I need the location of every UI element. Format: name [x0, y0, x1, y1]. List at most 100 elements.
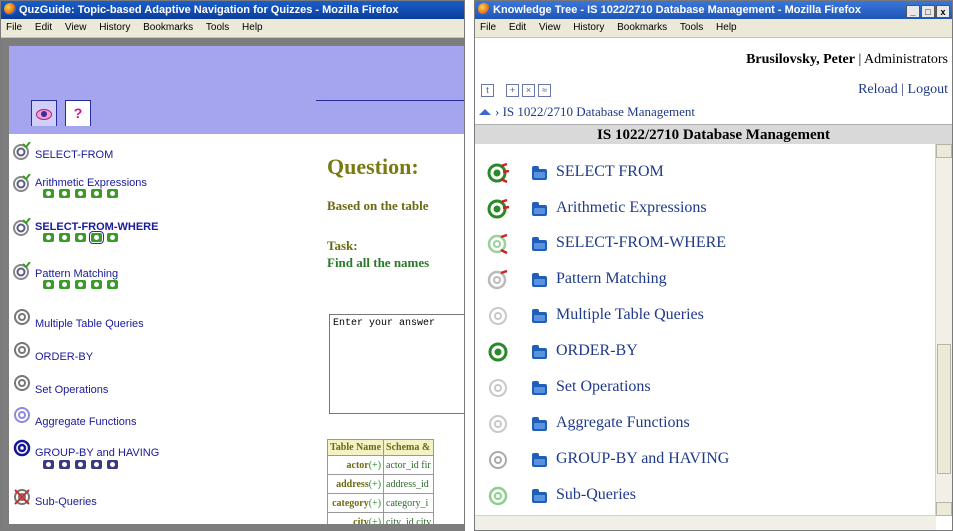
- menu-file[interactable]: File: [480, 22, 496, 33]
- expand-link[interactable]: (+): [369, 517, 381, 525]
- table-name-cell[interactable]: actor(+): [326, 455, 385, 475]
- schema-cell: city_id city: [383, 512, 435, 524]
- expand-link[interactable]: (+): [369, 460, 381, 471]
- menu-view[interactable]: View: [65, 22, 87, 33]
- menu-tools[interactable]: Tools: [680, 22, 703, 33]
- logout-link[interactable]: Logout: [908, 82, 948, 97]
- header-table-name: Table Name: [326, 439, 385, 456]
- menu-help[interactable]: Help: [242, 22, 263, 33]
- question-icon[interactable]: [107, 189, 118, 198]
- answer-textarea[interactable]: Enter your answer: [329, 314, 464, 414]
- menu-tools[interactable]: Tools: [206, 22, 229, 33]
- browser-content: ? SELECT-FROM Arithmetic Expressions SEL…: [1, 38, 464, 530]
- question-icon[interactable]: [75, 189, 86, 198]
- topic-label: ORDER-BY: [35, 351, 94, 363]
- folder-icon: [532, 237, 547, 251]
- menu-help[interactable]: Help: [716, 22, 737, 33]
- menu-edit[interactable]: Edit: [509, 22, 526, 33]
- tree-icon[interactable]: t: [481, 84, 494, 97]
- refresh-icon[interactable]: ≈: [538, 84, 552, 97]
- minimize-button[interactable]: _: [906, 5, 920, 18]
- close-button[interactable]: x: [936, 5, 950, 18]
- expand-icon[interactable]: +: [506, 84, 520, 97]
- kt-topic-item[interactable]: SELECT-FROM-WHERE: [475, 229, 915, 259]
- question-title: Question:: [327, 154, 419, 179]
- target-gray-icon: [14, 375, 30, 391]
- question-icon[interactable]: [43, 189, 54, 198]
- topic-label: Sub-Queries: [556, 486, 636, 503]
- kt-topic-item[interactable]: Set Operations: [475, 373, 915, 403]
- breadcrumb-link[interactable]: IS 1022/2710 Database Management: [503, 104, 695, 119]
- question-icon[interactable]: [43, 460, 54, 469]
- folder-icon: [532, 202, 547, 216]
- question-icon[interactable]: [107, 233, 118, 242]
- knowledge-tree-window: Knowledge Tree - IS 1022/2710 Database M…: [474, 0, 953, 531]
- target-lightgray-icon: [489, 415, 507, 433]
- eye-icon: [36, 109, 52, 120]
- table-row: actor(+) actor_id fir: [326, 455, 435, 475]
- question-icon[interactable]: [43, 280, 54, 289]
- menu-file[interactable]: File: [6, 22, 22, 33]
- question-icon[interactable]: [75, 280, 86, 289]
- knowledge-tree-titlebar[interactable]: Knowledge Tree - IS 1022/2710 Database M…: [475, 1, 952, 19]
- topic-label: SELECT-FROM: [35, 149, 114, 161]
- kt-topic-item[interactable]: Sub-Queries: [475, 481, 915, 511]
- question-icon[interactable]: [107, 280, 118, 289]
- kt-topic-item[interactable]: Pattern Matching: [475, 265, 915, 295]
- topic-label: ORDER-BY: [556, 342, 638, 359]
- table-row: city(+) city_id city: [326, 512, 435, 525]
- schema-cell: actor_id fir: [383, 455, 435, 475]
- kt-topic-item[interactable]: SELECT FROM: [475, 158, 915, 188]
- question-area: Question: Based on the table Task: Find …: [326, 154, 464, 525]
- question-icon[interactable]: [91, 460, 102, 469]
- home-icon[interactable]: [479, 109, 491, 115]
- menubar: File Edit View History Bookmarks Tools H…: [1, 19, 464, 38]
- question-icon[interactable]: [91, 280, 102, 289]
- collapse-icon[interactable]: ×: [522, 84, 536, 97]
- menu-bookmarks[interactable]: Bookmarks: [617, 22, 667, 33]
- scroll-down-button[interactable]: [936, 502, 952, 516]
- quizguide-titlebar[interactable]: QuzGuide: Topic-based Adaptive Navigatio…: [1, 1, 464, 19]
- tab-topics[interactable]: [31, 100, 57, 126]
- menu-history[interactable]: History: [99, 22, 130, 33]
- vertical-scrollbar[interactable]: [935, 144, 952, 516]
- question-icon-selected[interactable]: [89, 231, 104, 244]
- scroll-thumb[interactable]: [937, 344, 951, 474]
- expand-link[interactable]: (+): [369, 498, 381, 509]
- table-name-cell[interactable]: city(+): [326, 512, 385, 525]
- question-icon[interactable]: [75, 460, 86, 469]
- schema-table: Table Name Schema & actor(+) actor_id fi…: [326, 439, 435, 525]
- topic-label: Aggregate Functions: [556, 414, 690, 431]
- question-icon[interactable]: [59, 460, 70, 469]
- window-title: Knowledge Tree - IS 1022/2710 Database M…: [493, 4, 862, 16]
- question-icon[interactable]: [59, 233, 70, 242]
- scroll-up-button[interactable]: [936, 144, 952, 158]
- question-icon[interactable]: [59, 280, 70, 289]
- menu-view[interactable]: View: [539, 22, 561, 33]
- target-check-icon: [13, 142, 31, 160]
- question-icon[interactable]: [91, 189, 102, 198]
- kt-topic-item[interactable]: GROUP-BY and HAVING: [475, 445, 915, 475]
- breadcrumb: › IS 1022/2710 Database Management: [479, 104, 695, 120]
- horizontal-scrollbar[interactable]: [475, 515, 936, 530]
- kt-topic-item[interactable]: Aggregate Functions: [475, 409, 915, 439]
- table-name-cell[interactable]: address(+): [326, 474, 385, 494]
- question-icons: [43, 189, 123, 200]
- kt-topic-item[interactable]: Multiple Table Queries: [475, 301, 915, 331]
- expand-link[interactable]: (+): [369, 479, 381, 490]
- question-icon[interactable]: [43, 233, 54, 242]
- menu-bookmarks[interactable]: Bookmarks: [143, 22, 193, 33]
- question-icon[interactable]: [107, 460, 118, 469]
- table-name-cell[interactable]: category(+): [326, 493, 385, 513]
- menu-edit[interactable]: Edit: [35, 22, 52, 33]
- folder-icon: [532, 489, 547, 503]
- menu-history[interactable]: History: [573, 22, 604, 33]
- kt-topic-item[interactable]: ORDER-BY: [475, 337, 915, 367]
- tab-help[interactable]: ?: [65, 100, 91, 126]
- maximize-button[interactable]: □: [921, 5, 935, 18]
- question-icon[interactable]: [59, 189, 70, 198]
- kt-topic-item[interactable]: Arithmetic Expressions: [475, 194, 915, 224]
- reload-link[interactable]: Reload: [858, 82, 898, 97]
- question-icon[interactable]: [75, 233, 86, 242]
- target-green-red-icon: [487, 198, 509, 219]
